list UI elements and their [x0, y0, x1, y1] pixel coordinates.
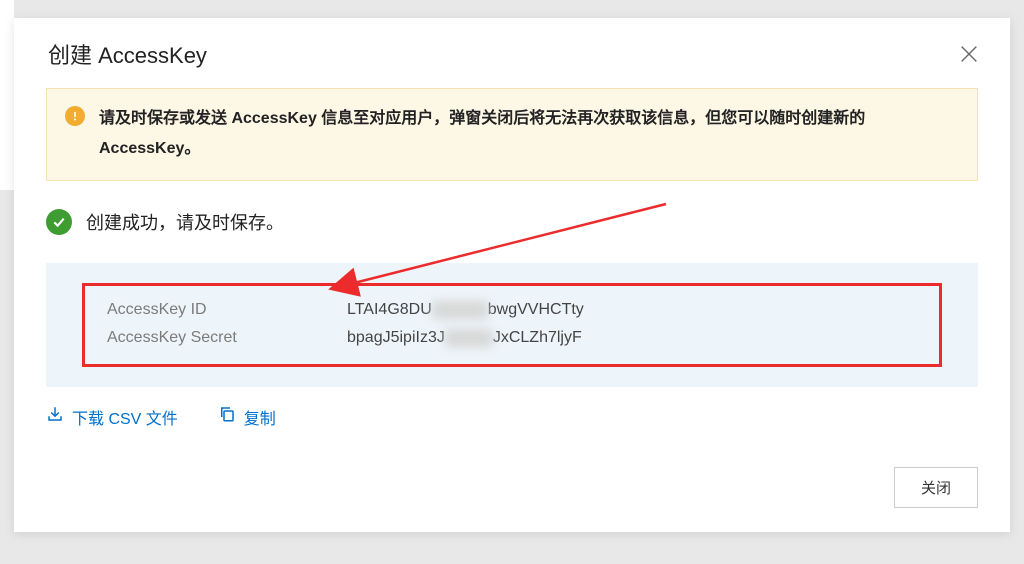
accesskey-secret-value: bpagJ5ipiIz3JxxxxxxJxCLZh7ljyF [347, 329, 582, 347]
success-check-icon [46, 209, 72, 235]
modal-title: 创建 AccessKey [48, 38, 207, 70]
redacted-span: xxxxxxx [432, 301, 488, 319]
warning-icon [65, 106, 85, 126]
accesskey-secret-row: AccessKey Secret bpagJ5ipiIz3JxxxxxxJxCL… [85, 324, 939, 352]
copy-button[interactable]: 复制 [218, 405, 276, 429]
background-strip [0, 0, 14, 190]
create-accesskey-modal: 创建 AccessKey 请及时保存或发送 AccessKey 信息至对应用户，… [14, 18, 1010, 532]
success-text: 创建成功，请及时保存。 [86, 209, 284, 235]
download-csv-label: 下载 CSV 文件 [72, 405, 178, 429]
accesskey-highlight-box: AccessKey ID LTAI4G8DUxxxxxxxbwgVVHCTty … [82, 283, 942, 367]
download-icon [46, 405, 64, 428]
copy-label: 复制 [244, 405, 276, 429]
modal-header: 创建 AccessKey [14, 18, 1010, 88]
close-icon[interactable] [956, 41, 982, 67]
accesskey-info-panel: AccessKey ID LTAI4G8DUxxxxxxxbwgVVHCTty … [46, 263, 978, 387]
close-button[interactable]: 关闭 [894, 467, 978, 508]
accesskey-id-row: AccessKey ID LTAI4G8DUxxxxxxxbwgVVHCTty [85, 296, 939, 324]
warning-text: 请及时保存或发送 AccessKey 信息至对应用户，弹窗关闭后将无法再次获取该… [99, 104, 955, 165]
accesskey-id-value: LTAI4G8DUxxxxxxxbwgVVHCTty [347, 301, 584, 319]
accesskey-id-label: AccessKey ID [107, 301, 347, 319]
warning-banner: 请及时保存或发送 AccessKey 信息至对应用户，弹窗关闭后将无法再次获取该… [46, 88, 978, 181]
success-row: 创建成功，请及时保存。 [46, 209, 978, 235]
actions-row: 下载 CSV 文件 复制 [46, 405, 978, 429]
download-csv-button[interactable]: 下载 CSV 文件 [46, 405, 178, 429]
copy-icon [218, 405, 236, 428]
accesskey-secret-label: AccessKey Secret [107, 329, 347, 347]
redacted-span: xxxxxx [445, 329, 493, 347]
modal-footer: 关闭 [14, 467, 978, 508]
